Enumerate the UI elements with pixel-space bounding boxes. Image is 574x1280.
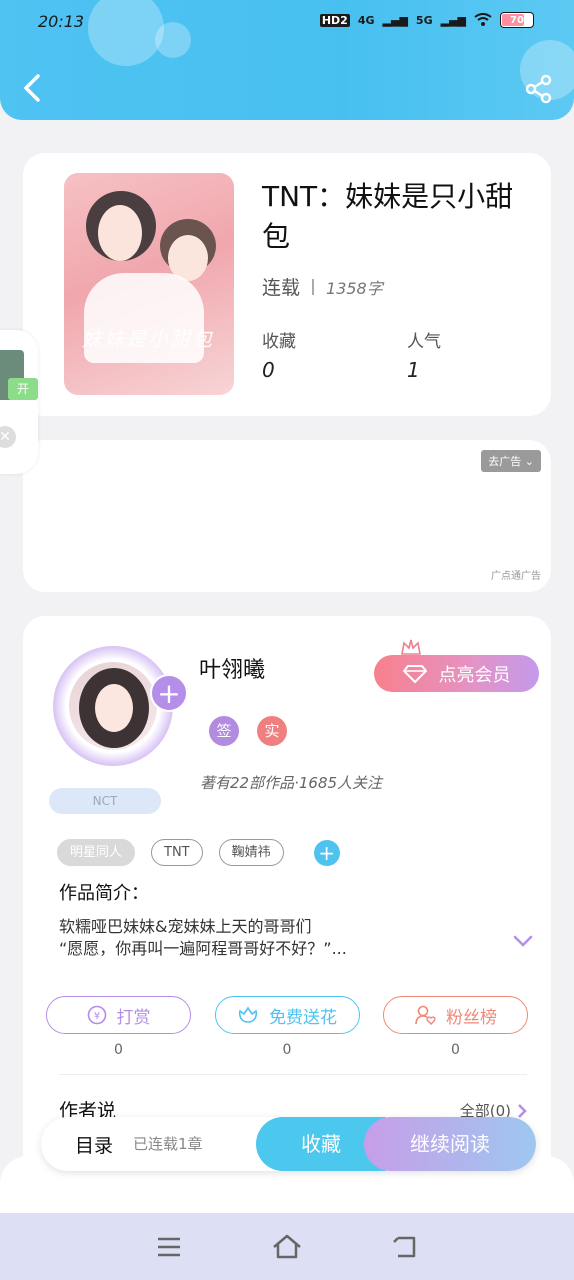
diamond-icon xyxy=(402,664,427,683)
serial-status: 已连载1章 xyxy=(133,1135,203,1153)
book-cover[interactable]: 妹妹是小甜包 xyxy=(64,173,234,395)
avatar-figure xyxy=(95,684,133,732)
fans-icon xyxy=(415,1005,436,1025)
flower-action: 免费送花 0 xyxy=(214,996,360,1058)
status-icons: HD2 4G ▂▄▆ 5G ▂▄▆ 70 xyxy=(319,12,534,28)
tag-item[interactable]: 鞠婧祎 xyxy=(218,839,284,866)
flower-icon xyxy=(238,1006,258,1023)
decor-bubble xyxy=(88,0,164,66)
ad-card[interactable]: 去广告 ⌄ 广点通广告 xyxy=(23,440,551,592)
author-stats: 著有22部作品·1685人关注 xyxy=(200,774,383,792)
book-word-count: 1358字 xyxy=(326,278,383,298)
fans-action: 粉丝榜 0 xyxy=(383,996,528,1058)
tip-button[interactable]: ¥ 打赏 xyxy=(46,996,191,1034)
toc-button[interactable]: 目录 xyxy=(75,1131,113,1158)
tag-item[interactable]: TNT xyxy=(151,839,203,866)
signal-4g-icon: 4G xyxy=(357,13,375,27)
meta-divider xyxy=(312,278,315,295)
fans-count: 0 xyxy=(451,1042,460,1058)
intro-line: “愿愿，你再叫一遍阿程哥哥好不好？”... xyxy=(59,939,347,958)
status-time: 20:13 xyxy=(38,12,85,31)
signed-badge: 签 xyxy=(209,716,239,746)
author-avatar-wrap[interactable]: + xyxy=(47,636,188,776)
back-icon[interactable] xyxy=(18,70,48,106)
system-nav-bar xyxy=(0,1213,574,1280)
popularity-label: 人气 xyxy=(407,332,441,352)
tip-count: 0 xyxy=(114,1042,123,1058)
fans-rank-button[interactable]: 粉丝榜 xyxy=(383,996,528,1034)
signal-bars-icon: ▂▄▆ xyxy=(440,13,466,27)
close-icon[interactable]: ✕ xyxy=(0,426,16,448)
tip-action: ¥ 打赏 0 xyxy=(46,996,191,1058)
chevron-down-icon[interactable] xyxy=(513,934,533,948)
svg-text:¥: ¥ xyxy=(93,1011,99,1022)
battery-icon: 70 xyxy=(500,12,534,28)
wifi-icon xyxy=(474,13,492,26)
tip-button-label: 打赏 xyxy=(116,1007,151,1028)
vip-button-label: 点亮会员 xyxy=(438,664,511,686)
fan-badge: NCT xyxy=(49,788,161,814)
back-nav-icon[interactable] xyxy=(388,1230,422,1264)
header-bar: 20:13 HD2 4G ▂▄▆ 5G ▂▄▆ 70 xyxy=(0,0,574,120)
divider xyxy=(59,1074,527,1075)
share-icon[interactable] xyxy=(524,74,554,104)
book-status: 连载 xyxy=(262,277,301,299)
book-info-card: 妹妹是小甜包 TNT：妹妹是只小甜包 连载 1358字 收藏 0 人气 1 xyxy=(23,153,551,416)
flower-count: 0 xyxy=(282,1042,292,1058)
popularity-value: 1 xyxy=(407,358,420,382)
author-card: + NCT 叶翎曦 点亮会员 签 实 著有22部作品·1685人关注 明星同人 … xyxy=(23,616,551,1176)
float-open-button[interactable]: 开 xyxy=(8,378,38,400)
vip-button[interactable]: 点亮会员 xyxy=(374,655,539,692)
fans-rank-label: 粉丝榜 xyxy=(446,1007,497,1028)
send-flower-label: 免费送花 xyxy=(269,1007,337,1028)
signal-bars-icon: ▂▄▆ xyxy=(382,13,408,27)
intro-text[interactable]: 软糯哑巴妹妹&宠妹妹上天的哥哥们 “愿愿，你再叫一遍阿程哥哥好不好？”... xyxy=(59,916,459,960)
favorites-value: 0 xyxy=(262,358,275,382)
book-meta: 连载 1358字 xyxy=(262,273,383,300)
intro-line: 软糯哑巴妹妹&宠妹妹上天的哥哥们 xyxy=(59,917,312,936)
favorites-label: 收藏 xyxy=(262,332,296,352)
continue-reading-button[interactable]: 继续阅读 xyxy=(364,1117,536,1171)
hd-icon: HD2 xyxy=(319,13,350,27)
side-float-widget[interactable]: 开 ✕ xyxy=(0,330,38,474)
action-row: ¥ 打赏 0 免费送花 0 粉丝榜 0 xyxy=(46,996,528,1058)
coin-icon: ¥ xyxy=(87,1005,106,1025)
author-name[interactable]: 叶翎曦 xyxy=(199,652,265,684)
chevron-right-icon xyxy=(518,1103,527,1118)
cover-figure xyxy=(98,205,142,261)
ad-source-label: 广点通广告 xyxy=(491,571,541,582)
crown-icon xyxy=(401,639,421,655)
add-tag-button[interactable]: + xyxy=(313,839,340,866)
tag-item[interactable]: 明星同人 xyxy=(57,839,136,866)
tag-list: 明星同人 TNT 鞠婧祎 + xyxy=(57,839,340,866)
intro-title: 作品简介： xyxy=(59,883,149,904)
send-flower-button[interactable]: 免费送花 xyxy=(214,996,360,1034)
remove-ad-button[interactable]: 去广告 ⌄ xyxy=(481,450,541,472)
menu-icon[interactable] xyxy=(152,1230,186,1264)
decor-bubble xyxy=(155,22,191,58)
avatar[interactable] xyxy=(69,662,157,750)
follow-button[interactable]: + xyxy=(150,674,188,712)
signal-5g-icon: 5G xyxy=(415,13,433,27)
book-title: TNT：妹妹是只小甜包 xyxy=(262,180,514,253)
home-icon[interactable] xyxy=(270,1230,304,1264)
cover-art-title: 妹妹是小甜包 xyxy=(82,327,214,351)
verified-badge: 实 xyxy=(257,716,287,746)
bottom-action-bar: 目录 已连载1章 收藏 继续阅读 xyxy=(41,1117,536,1171)
